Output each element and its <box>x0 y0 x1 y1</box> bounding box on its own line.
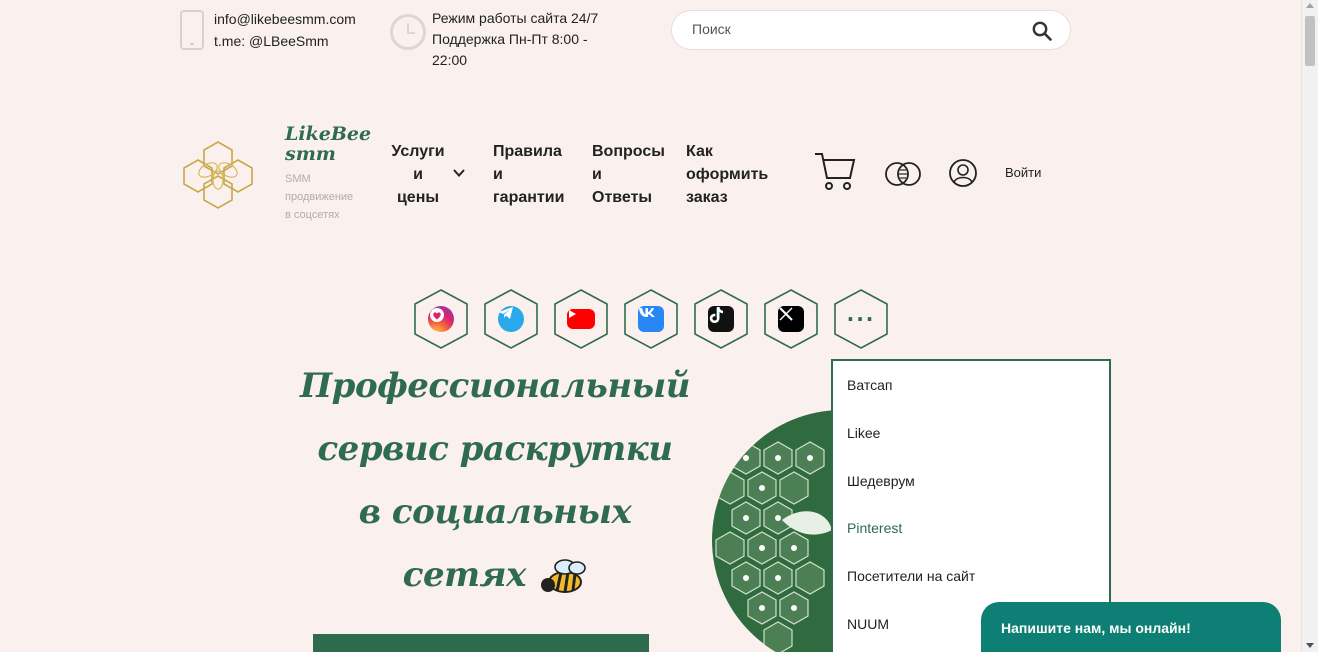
bee-hexagon-logo-icon[interactable] <box>182 140 254 210</box>
chat-widget-button[interactable]: Напишите нам, мы онлайн! <box>981 602 1281 652</box>
dropdown-item-site-visitors[interactable]: Посетители на сайт <box>847 568 975 584</box>
search-icon[interactable] <box>1032 21 1052 41</box>
telegram-icon <box>498 306 524 332</box>
nav-howto-line2: оформить <box>686 166 769 183</box>
brand-tagline-line3: в соцсетях <box>285 209 340 221</box>
hero-title-line3: в социальных <box>358 492 632 532</box>
dropdown-item-pinterest[interactable]: Pinterest <box>847 520 902 536</box>
brand-tagline-line1: SMM <box>285 173 311 185</box>
more-dots-icon: ··· <box>846 307 876 331</box>
nav-howto-line1: Как <box>686 143 713 160</box>
youtube-icon <box>567 309 595 329</box>
nav-howto[interactable]: Как оформить заказ <box>686 140 786 209</box>
brand-name-line1: LikeBee <box>285 123 372 145</box>
scroll-thumb[interactable] <box>1305 16 1315 66</box>
x-icon <box>778 306 804 332</box>
hours-support: Поддержка Пн-Пт 8:00 - <box>432 31 588 47</box>
cart-icon[interactable] <box>814 150 856 192</box>
brand-name-line2: smm <box>285 143 336 165</box>
social-telegram-button[interactable] <box>484 289 538 349</box>
dropdown-item-likee[interactable]: Likee <box>847 425 880 441</box>
social-more-button[interactable]: ··· <box>834 289 888 349</box>
bee-icon <box>541 559 587 593</box>
nav-services-line1: Услуги <box>391 143 445 160</box>
user-icon[interactable] <box>948 158 978 188</box>
nav-faq-line2: и <box>592 166 602 183</box>
search-input[interactable] <box>692 21 1012 37</box>
clock-icon <box>390 14 426 50</box>
chat-widget-label: Напишите нам, мы онлайн! <box>1001 620 1191 636</box>
nav-services-line3: цены <box>396 189 440 206</box>
contact-telegram[interactable]: t.me: @LBeeSmm <box>214 30 356 52</box>
hero-title-line2: сервис раскрутки <box>317 429 673 469</box>
social-tiktok-button[interactable] <box>694 289 748 349</box>
hero-title-line4: сетях <box>402 555 527 595</box>
hero-title: Профессиональный сервис раскрутки в соци… <box>300 355 690 607</box>
brand-tagline-line2: продвижение <box>285 191 354 203</box>
nav-faq-line3: Ответы <box>592 189 653 206</box>
search-box <box>671 10 1071 50</box>
vk-icon <box>638 306 664 332</box>
phone-icon <box>180 10 204 50</box>
social-x-button[interactable] <box>764 289 818 349</box>
dropdown-item-whatsapp[interactable]: Ватсап <box>847 377 892 393</box>
hours-block: Режим работы сайта 24/7 Поддержка Пн-Пт … <box>390 8 612 71</box>
nav-rules-line2: и <box>493 166 503 183</box>
scroll-up-arrow-icon[interactable] <box>1306 3 1314 8</box>
social-youtube-button[interactable] <box>554 289 608 349</box>
login-link[interactable]: Войти <box>1005 165 1041 180</box>
currency-icon[interactable] <box>884 160 922 188</box>
chevron-down-icon[interactable] <box>452 166 466 180</box>
hours-site: Режим работы сайта 24/7 <box>432 10 599 26</box>
social-vk-button[interactable] <box>624 289 678 349</box>
dropdown-item-nuum[interactable]: NUUM <box>847 616 889 632</box>
social-instagram-button[interactable] <box>414 289 468 349</box>
cta-button-strip[interactable] <box>313 634 649 652</box>
contact-block: info@likebeesmm.com t.me: @LBeeSmm <box>180 8 356 52</box>
hero-title-line1: Профессиональный <box>300 366 690 406</box>
page: info@likebeesmm.com t.me: @LBeeSmm Режим… <box>0 0 1301 652</box>
nav-rules-line3: гарантии <box>493 189 565 206</box>
nav-faq-line1: Вопросы <box>592 143 665 160</box>
hours-support-end: 22:00 <box>432 52 468 68</box>
contact-email[interactable]: info@likebeesmm.com <box>214 8 356 30</box>
nav-services[interactable]: Услуги и цены <box>388 140 448 209</box>
nav-faq[interactable]: Вопросы и Ответы <box>592 140 672 209</box>
scroll-down-arrow-icon[interactable] <box>1306 643 1314 648</box>
brand[interactable]: LikeBee smm SMM продвижение в соцсетях <box>285 123 372 224</box>
dropdown-item-shedevrum[interactable]: Шедеврум <box>847 473 915 489</box>
nav-services-line2: и <box>413 166 423 183</box>
tiktok-icon <box>708 306 734 332</box>
nav-rules-line1: Правила <box>493 143 562 160</box>
page-scrollbar[interactable] <box>1301 0 1318 652</box>
nav-rules[interactable]: Правила и гарантии <box>493 140 578 209</box>
nav-howto-line3: заказ <box>686 189 728 206</box>
instagram-heart-icon <box>428 306 454 332</box>
